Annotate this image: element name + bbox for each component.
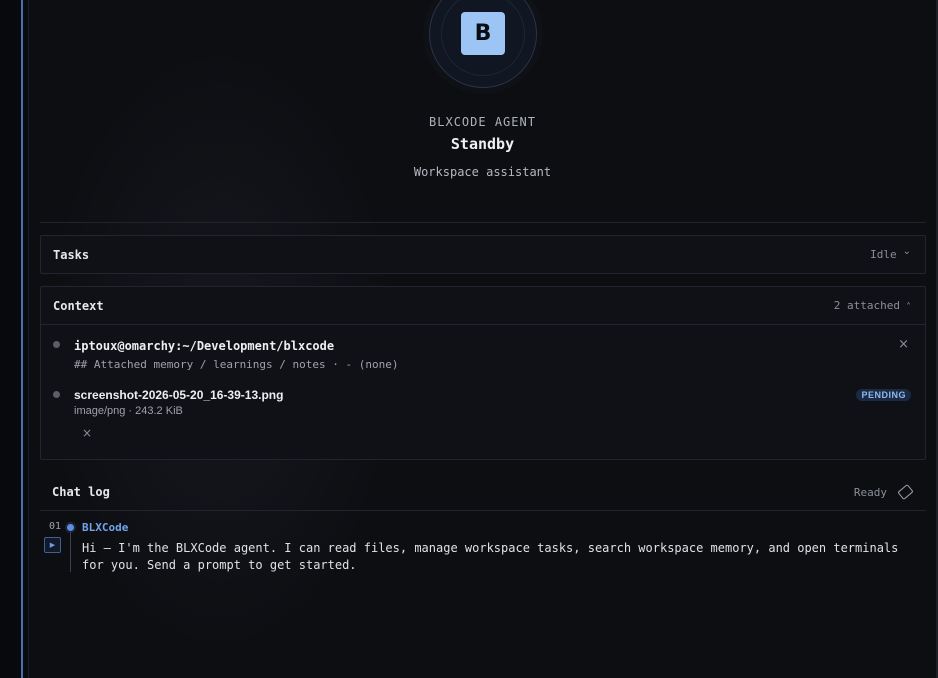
context-item: screenshot-2026-05-20_16-39-13.png image… xyxy=(53,388,913,448)
chevron-up-icon: ˄ xyxy=(906,302,911,313)
agent-avatar-letter: B xyxy=(474,21,492,46)
close-icon[interactable]: × xyxy=(898,337,909,352)
tasks-status-toggle[interactable]: Idle ⌄ xyxy=(870,246,911,261)
tasks-status: Idle xyxy=(870,248,897,261)
context-item-subtitle: ## Attached memory / learnings / notes ·… xyxy=(74,358,399,371)
context-count: 2 attached xyxy=(833,299,900,312)
context-title: Context xyxy=(53,298,104,313)
chat-status-group: Ready xyxy=(853,483,914,501)
agent-status: Standby xyxy=(450,135,515,153)
context-item-bullet xyxy=(53,391,60,398)
chevron-down-icon: ⌄ xyxy=(902,246,911,257)
chat-status: Ready xyxy=(853,485,887,499)
tasks-panel: Tasks Idle ⌄ xyxy=(40,235,926,274)
message-dot xyxy=(67,524,74,531)
context-item-bullet xyxy=(53,341,60,348)
message-thread-line xyxy=(70,532,71,572)
context-count-toggle[interactable]: 2 attached ˄ xyxy=(833,299,911,313)
message-number: 01 xyxy=(49,521,62,532)
context-item-title: screenshot-2026-05-20_16-39-13.png xyxy=(74,388,284,402)
close-icon[interactable]: × xyxy=(82,426,92,440)
eraser-icon[interactable] xyxy=(897,483,914,501)
context-panel: Context 2 attached ˄ iptoux@omarchy:~/De… xyxy=(40,286,926,460)
rail-separator xyxy=(23,0,29,678)
context-panel-header[interactable]: Context 2 attached ˄ xyxy=(41,287,925,325)
context-item: iptoux@omarchy:~/Development/blxcode ## … xyxy=(53,337,913,375)
section-divider xyxy=(40,222,926,223)
chat-log-header: Chat log Ready xyxy=(40,474,926,511)
agent-avatar: B xyxy=(461,12,505,55)
app-left-rail xyxy=(0,0,21,678)
play-icon[interactable]: ▶ xyxy=(44,537,61,553)
chat-log-title: Chat log xyxy=(52,485,110,499)
context-item-title: iptoux@omarchy:~/Development/blxcode xyxy=(74,339,335,353)
status-badge: PENDING xyxy=(856,389,911,401)
tasks-panel-header[interactable]: Tasks Idle ⌄ xyxy=(41,236,925,273)
agent-subtitle: Workspace assistant xyxy=(413,165,552,179)
context-item-subtitle: image/png · 243.2 KiB xyxy=(74,405,183,417)
tasks-title: Tasks xyxy=(53,247,90,262)
message-author: BLXCode xyxy=(82,521,129,534)
agent-label: BLXCODE AGENT xyxy=(429,115,536,129)
message-text: Hi — I'm the BLXCode agent. I can read f… xyxy=(82,541,899,572)
